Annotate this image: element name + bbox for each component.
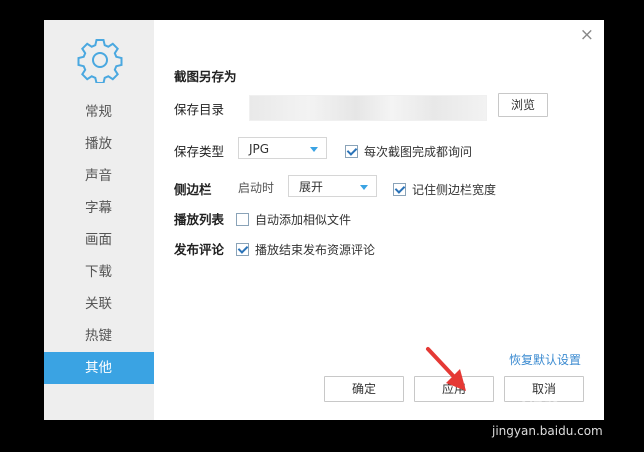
- save-type-select[interactable]: JPG: [238, 137, 327, 159]
- sidebar-item-association[interactable]: 关联: [44, 288, 154, 320]
- chevron-down-icon: [360, 185, 368, 190]
- checkbox-checked-icon: [393, 183, 406, 196]
- sidebar-item-sound[interactable]: 声音: [44, 160, 154, 192]
- auto-add-similar-checkbox[interactable]: 自动添加相似文件: [236, 211, 351, 228]
- checkbox-checked-icon: [236, 243, 249, 256]
- annotation-arrow-icon: [426, 347, 466, 391]
- browse-button[interactable]: 浏览: [498, 93, 548, 117]
- watermark-url: jingyan.baidu.com: [492, 424, 603, 438]
- auto-add-similar-label: 自动添加相似文件: [255, 213, 352, 227]
- sidebar-item-subtitle[interactable]: 字幕: [44, 192, 154, 224]
- save-type-value: JPG: [249, 142, 270, 156]
- checkbox-unchecked-icon: [236, 213, 249, 226]
- publish-review-checkbox[interactable]: 播放结束发布资源评论: [236, 241, 375, 258]
- sidebar-startup-value: 展开: [299, 180, 324, 194]
- startup-label: 启动时: [238, 181, 275, 195]
- close-icon[interactable]: ×: [580, 25, 594, 45]
- settings-dialog: 常规 播放 声音 字幕 画面 下载 关联 热键 其他 × 截图另存为 保存目录 …: [44, 20, 604, 420]
- publish-review-text: 播放结束发布资源评论: [255, 243, 376, 257]
- gear-icon: [77, 39, 123, 83]
- sidebar-item-other[interactable]: 其他: [44, 352, 154, 384]
- remember-sidebar-width-checkbox[interactable]: 记住侧边栏宽度: [393, 181, 496, 198]
- sidebar-setting-label: 侧边栏: [174, 182, 212, 197]
- ok-button[interactable]: 确定: [324, 376, 404, 402]
- settings-content: × 截图另存为 保存目录 浏览 保存类型 JPG 每次截图完成都询问 侧边栏 启…: [154, 20, 604, 420]
- restore-defaults-link[interactable]: 恢复默认设置: [509, 351, 581, 368]
- remember-sidebar-width-label: 记住侧边栏宽度: [412, 183, 497, 197]
- sidebar-item-download[interactable]: 下载: [44, 256, 154, 288]
- ask-each-screenshot-label: 每次截图完成都询问: [364, 145, 473, 159]
- settings-sidebar: 常规 播放 声音 字幕 画面 下载 关联 热键 其他: [44, 20, 154, 420]
- save-dir-input[interactable]: [249, 95, 487, 121]
- save-type-label: 保存类型: [174, 144, 225, 159]
- sidebar-item-picture[interactable]: 画面: [44, 224, 154, 256]
- save-dir-label: 保存目录: [174, 102, 225, 117]
- ask-each-screenshot-checkbox[interactable]: 每次截图完成都询问: [345, 143, 472, 160]
- chevron-down-icon: [310, 147, 318, 152]
- sidebar-item-playback[interactable]: 播放: [44, 128, 154, 160]
- checkbox-checked-icon: [345, 145, 358, 158]
- playlist-label: 播放列表: [174, 212, 225, 227]
- sidebar-item-hotkeys[interactable]: 热键: [44, 320, 154, 352]
- sidebar-startup-select[interactable]: 展开: [288, 175, 377, 197]
- publish-review-label: 发布评论: [174, 242, 225, 257]
- sidebar-item-general[interactable]: 常规: [44, 96, 154, 128]
- section-title: 截图另存为: [174, 69, 237, 84]
- baidu-watermark: Bai经验: [496, 398, 562, 417]
- settings-nav: 常规 播放 声音 字幕 画面 下载 关联 热键 其他: [44, 96, 154, 384]
